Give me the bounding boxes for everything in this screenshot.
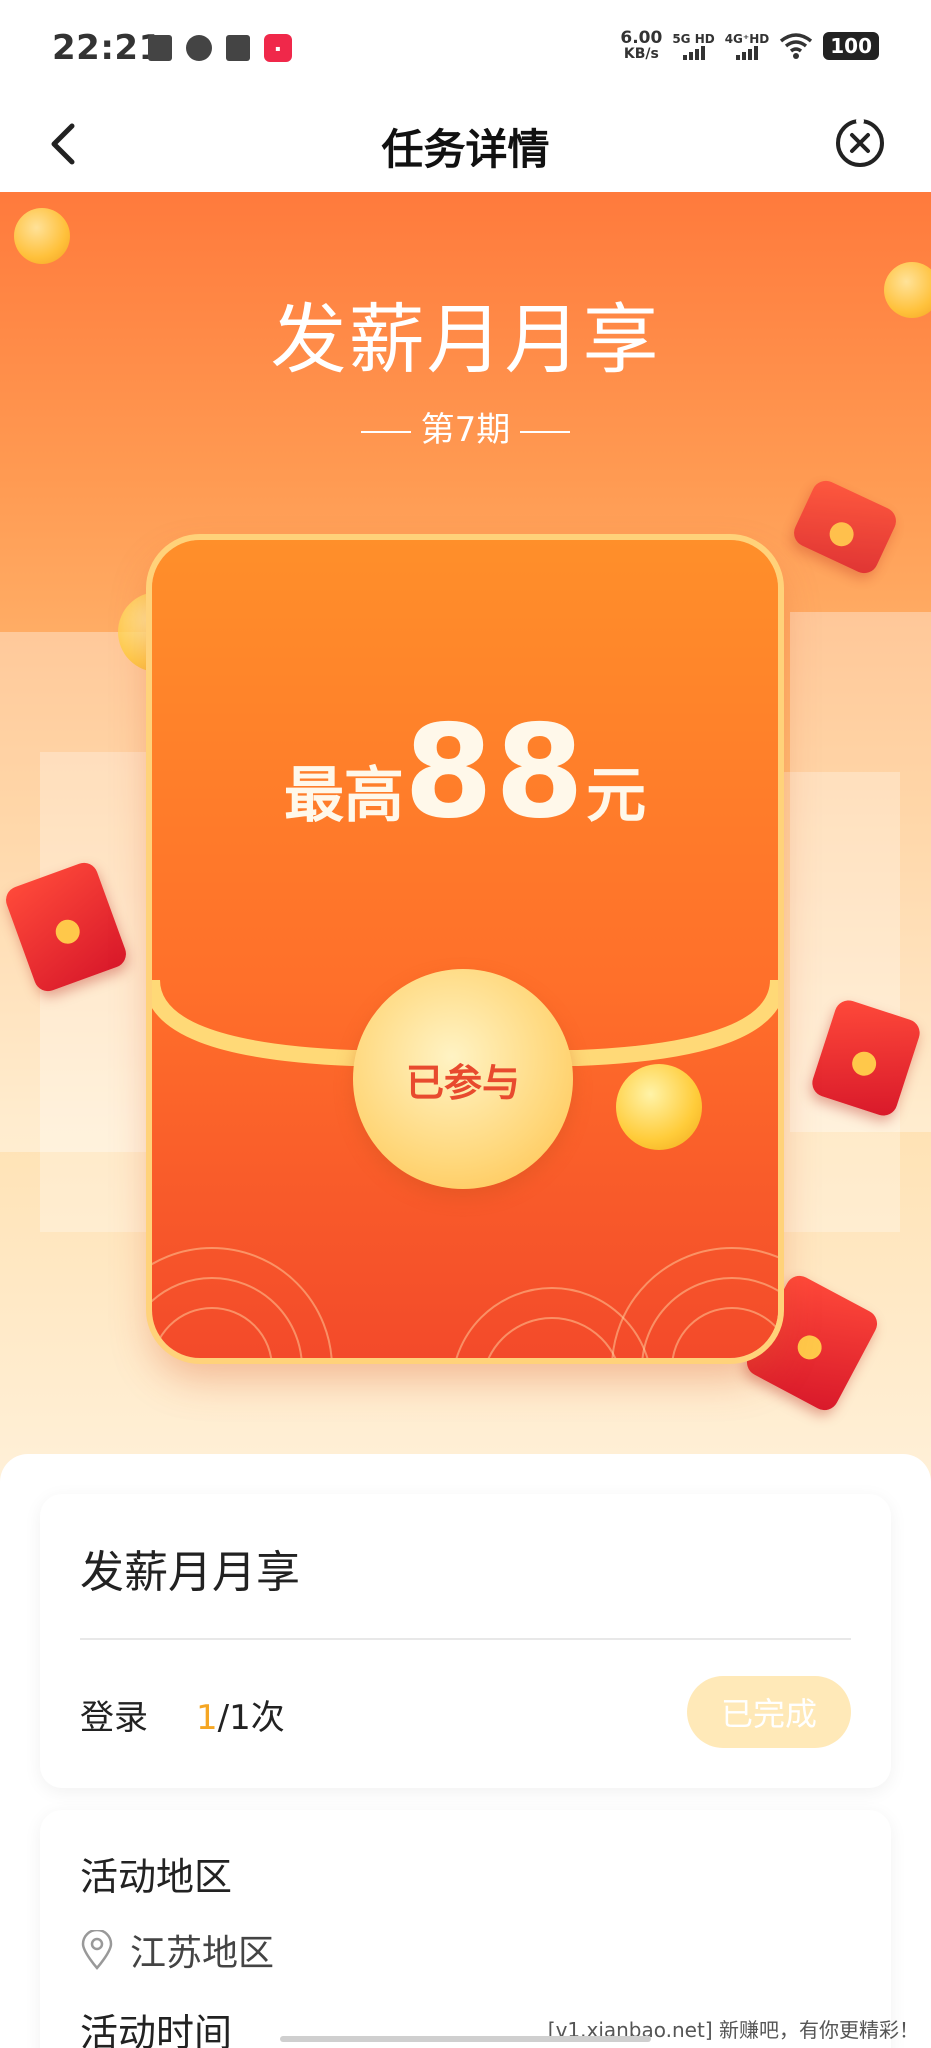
coin-decoration (616, 1064, 702, 1150)
period-line-left (360, 430, 411, 433)
nav-bar: 任务详情 (0, 96, 931, 192)
wechat-icon (186, 35, 212, 61)
activity-info-card: 活动地区 江苏地区 活动时间 (40, 1810, 891, 2048)
activity-area-row: 江苏地区 (80, 1924, 274, 1976)
task-progress: 1/1次 (196, 1690, 285, 1739)
clipboard-check-icon (148, 35, 172, 61)
network-speed: 6.00 KB/s (620, 28, 663, 63)
completed-button[interactable]: 已完成 (687, 1676, 851, 1748)
close-mini-program-button[interactable] (833, 116, 887, 170)
network-speed-value: 6.00 (620, 28, 663, 48)
hero-period: 第7期 (0, 402, 931, 451)
signal-bars-icon (682, 46, 705, 60)
calendar-icon (226, 35, 250, 61)
task-card: 发薪月月享 登录 1/1次 已完成 (40, 1494, 891, 1788)
status-time: 22:21 (52, 28, 163, 68)
task-label: 登录 (80, 1698, 148, 1738)
status-right: 6.00 KB/s 5G HD 4G⁺HD 100 (620, 30, 879, 62)
notification-icons: ▪ (148, 34, 292, 62)
signal-5g: 5G HD (672, 32, 715, 60)
home-indicator[interactable] (280, 2036, 651, 2042)
location-pin-icon (81, 1930, 113, 1970)
hero-title: 发薪月月享 (270, 295, 661, 384)
task-progress-total: /1次 (217, 1698, 285, 1738)
status-bar: 22:21 ▪ 6.00 KB/s 5G HD 4G⁺HD 100 (0, 0, 931, 96)
hero-banner: 发薪月月享 第7期 最高88元 已参与 (0, 192, 931, 1482)
battery-icon: 100 (823, 32, 879, 60)
amount-prefix: 最高 (283, 761, 404, 831)
app-badge-icon: ▪ (264, 34, 292, 62)
task-card-title: 发薪月月享 (80, 1547, 300, 1598)
max-amount: 最高88元 (152, 698, 778, 847)
red-envelope-decoration (789, 476, 901, 578)
red-envelope-card: 最高88元 (152, 540, 778, 1358)
signal-4g: 4G⁺HD (724, 32, 770, 60)
activity-area-value: 江苏地区 (130, 1933, 275, 1974)
joined-button[interactable]: 已参与 (353, 969, 573, 1189)
amount-value: 88 (403, 698, 587, 847)
coin-decoration (14, 208, 70, 264)
envelope-wave-pattern (152, 1247, 778, 1358)
divider (80, 1638, 851, 1640)
page-title: 任务详情 (381, 125, 550, 174)
task-progress-done: 1 (196, 1698, 218, 1738)
activity-time-title: 活动时间 (80, 2011, 233, 2048)
signal-bars-icon (735, 46, 758, 60)
wifi-icon (780, 33, 813, 59)
period-line-right (520, 430, 571, 433)
signal-5g-label: 5G HD (672, 32, 715, 46)
period-label: 第7期 (420, 410, 511, 450)
network-speed-unit: KB/s (623, 46, 659, 62)
screen: 22:21 ▪ 6.00 KB/s 5G HD 4G⁺HD 100 任务详情 发… (0, 0, 931, 2048)
activity-area-title: 活动地区 (80, 1855, 233, 1899)
building-decoration (40, 752, 150, 1232)
signal-4g-label: 4G⁺HD (724, 32, 770, 46)
amount-suffix: 元 (586, 761, 647, 831)
